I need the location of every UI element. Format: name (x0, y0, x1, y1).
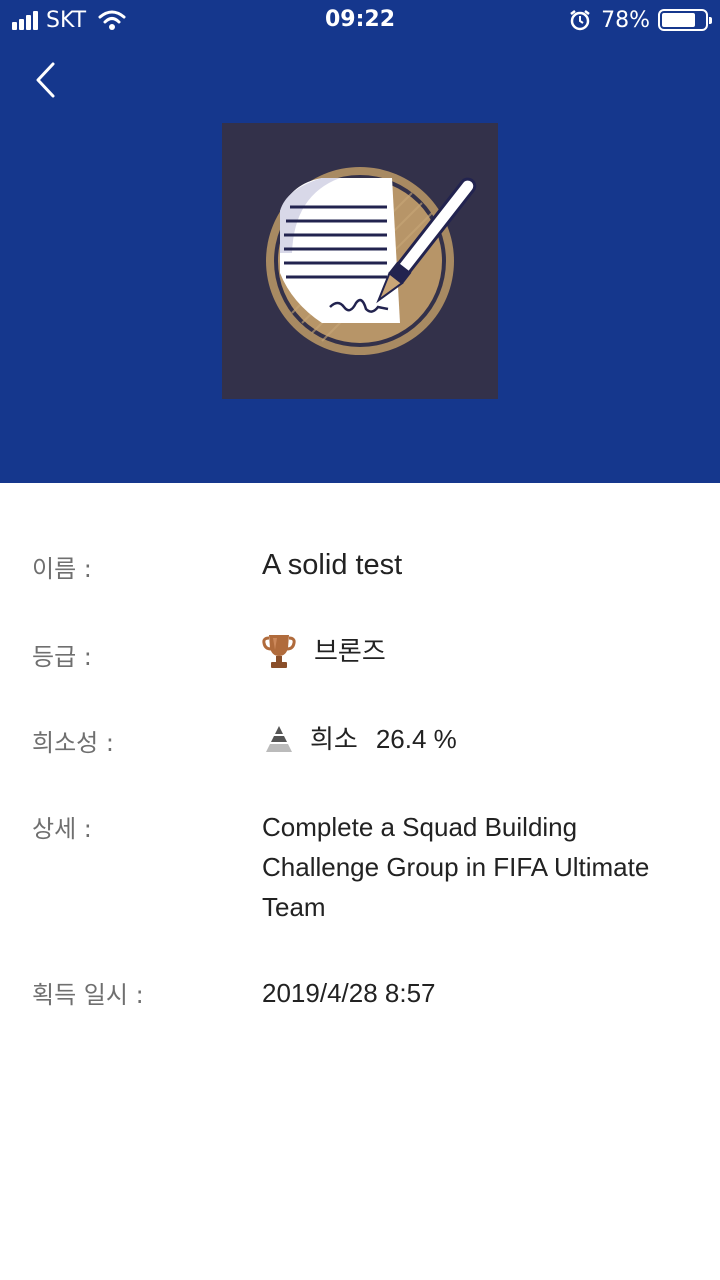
alarm-icon (570, 10, 590, 31)
name-label: 이름 : (32, 555, 92, 583)
rarity-pyramid-icon (262, 720, 296, 758)
trophy-image (222, 123, 498, 399)
rarity-value: 희소 (310, 724, 358, 754)
battery-icon (658, 9, 712, 31)
grade-label: 등급 : (32, 643, 92, 671)
rarity-label: 희소성 : (32, 729, 114, 757)
header: SKT 09:22 78% (0, 0, 720, 483)
battery-percent: 78% (601, 7, 650, 33)
acquired-value: 2019/4/28 8:57 (262, 978, 436, 1008)
grade-value: 브론즈 (314, 636, 386, 666)
detail-label: 상세 : (32, 815, 92, 843)
detail-value: Complete a Squad Building Challenge Grou… (262, 812, 650, 922)
bronze-trophy-icon (262, 632, 296, 670)
acquired-label: 획득 일시 : (32, 981, 144, 1009)
rarity-percent: 26.4 % (375, 724, 457, 754)
back-button[interactable] (28, 56, 68, 104)
chevron-left-icon (36, 62, 55, 98)
status-bar: SKT 09:22 78% (0, 0, 720, 40)
name-value: A solid test (262, 549, 403, 581)
